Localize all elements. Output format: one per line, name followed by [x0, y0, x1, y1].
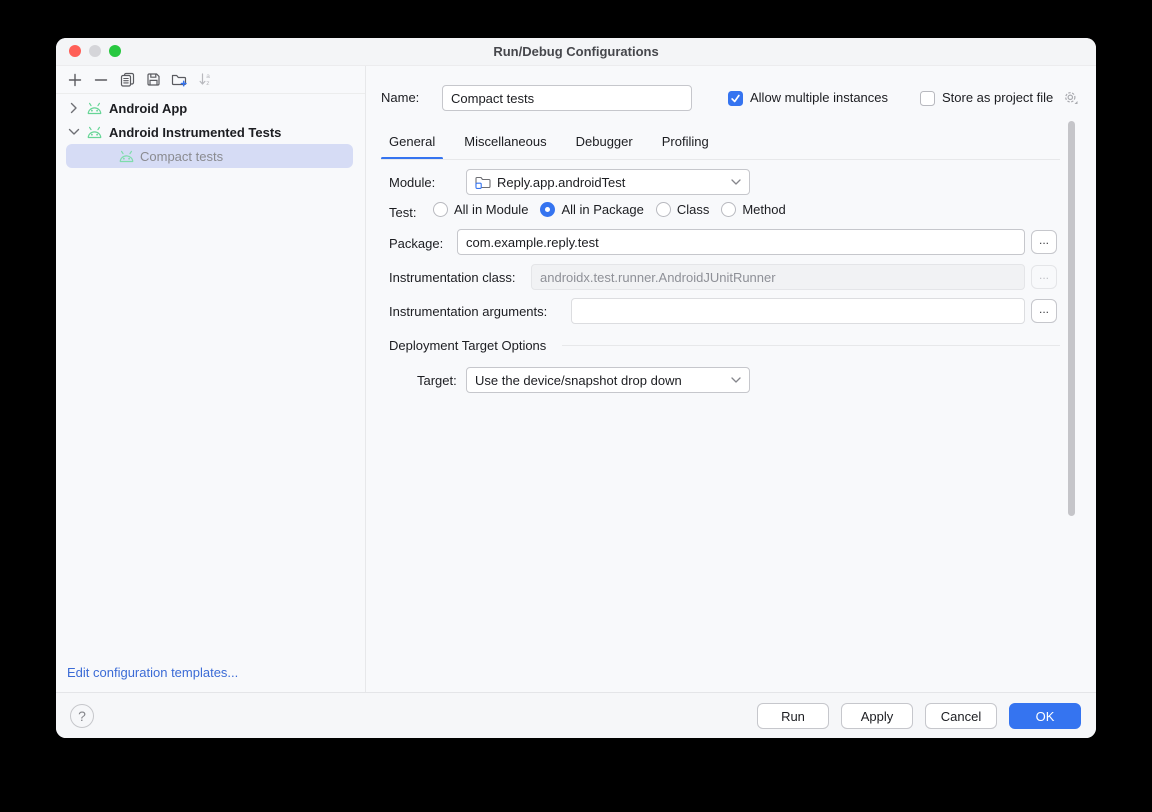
- add-configuration-button[interactable]: [62, 69, 88, 91]
- package-browse-button[interactable]: ...: [1031, 230, 1057, 254]
- test-radio-group: All in Module All in Package Class Metho…: [433, 202, 786, 217]
- chevron-down-icon[interactable]: [66, 128, 82, 136]
- footer-buttons: Run Apply Cancel OK: [757, 703, 1081, 729]
- tab-debugger[interactable]: Debugger: [568, 128, 641, 160]
- module-value: Reply.app.androidTest: [497, 175, 731, 190]
- allow-multiple-instances-label: Allow multiple instances: [750, 90, 888, 105]
- tab-profiling[interactable]: Profiling: [654, 128, 717, 160]
- tab-miscellaneous[interactable]: Miscellaneous: [456, 128, 554, 160]
- instrumentation-class-input: [531, 264, 1025, 290]
- svg-text:z: z: [206, 80, 209, 87]
- package-input[interactable]: [457, 229, 1025, 255]
- minus-icon: [94, 73, 108, 87]
- dialog-footer: ? Run Apply Cancel OK: [56, 692, 1096, 738]
- radio-label: Class: [677, 202, 710, 217]
- sort-configurations-button[interactable]: a z: [192, 69, 218, 91]
- store-settings-gear-button[interactable]: [1063, 90, 1079, 106]
- sidebar-item-android-app[interactable]: Android App: [56, 96, 365, 120]
- svg-text:a: a: [206, 73, 210, 80]
- android-icon: [86, 102, 103, 115]
- sidebar-item-android-instrumented-tests[interactable]: Android Instrumented Tests: [56, 120, 365, 144]
- edit-configuration-templates-link[interactable]: Edit configuration templates...: [67, 665, 238, 680]
- radio-icon: [433, 202, 448, 217]
- gear-icon: [1063, 90, 1079, 106]
- sort-alphabetically-icon: a z: [198, 72, 213, 87]
- radio-class[interactable]: Class: [656, 202, 710, 217]
- android-icon: [118, 150, 135, 163]
- target-value: Use the device/snapshot drop down: [475, 373, 731, 388]
- remove-configuration-button[interactable]: [88, 69, 114, 91]
- help-icon: ?: [78, 708, 86, 724]
- radio-label: All in Package: [561, 202, 643, 217]
- radio-icon: [656, 202, 671, 217]
- module-dropdown[interactable]: Reply.app.androidTest: [466, 169, 750, 195]
- run-button[interactable]: Run: [757, 703, 829, 729]
- new-folder-icon: [171, 72, 188, 87]
- section-separator: [562, 345, 1060, 346]
- instrumentation-class-label: Instrumentation class:: [389, 270, 515, 285]
- store-as-project-file-label: Store as project file: [942, 90, 1053, 105]
- sidebar-item-label: Android Instrumented Tests: [109, 125, 281, 140]
- run-debug-configurations-dialog: Run/Debug Configurations: [56, 38, 1096, 738]
- name-label: Name:: [381, 90, 419, 105]
- sidebar-item-label: Compact tests: [140, 149, 223, 164]
- target-dropdown[interactable]: Use the device/snapshot drop down: [466, 367, 750, 393]
- titlebar: Run/Debug Configurations: [56, 38, 1096, 66]
- module-label: Module:: [389, 175, 435, 190]
- sidebar-item-label: Android App: [109, 101, 187, 116]
- radio-icon: [721, 202, 736, 217]
- instrumentation-arguments-input[interactable]: [571, 298, 1025, 324]
- configurations-sidebar: a z Android App: [56, 66, 366, 692]
- copy-configuration-button[interactable]: [114, 69, 140, 91]
- radio-label: Method: [742, 202, 785, 217]
- help-button[interactable]: ?: [70, 704, 94, 728]
- instrumentation-arguments-browse-button[interactable]: ...: [1031, 299, 1057, 323]
- radio-all-in-module[interactable]: All in Module: [433, 202, 528, 217]
- checkmark-icon: [730, 93, 741, 104]
- instrumentation-arguments-label: Instrumentation arguments:: [389, 304, 547, 319]
- configuration-tabs: General Miscellaneous Debugger Profiling: [381, 128, 730, 160]
- store-as-project-file-checkbox[interactable]: [920, 91, 935, 106]
- radio-method[interactable]: Method: [721, 202, 785, 217]
- save-icon: [146, 72, 161, 87]
- chevron-down-icon: [731, 377, 741, 383]
- radio-icon: [540, 202, 555, 217]
- target-label: Target:: [417, 373, 457, 388]
- chevron-right-icon[interactable]: [66, 102, 82, 114]
- android-icon: [86, 126, 103, 139]
- allow-multiple-instances-checkbox[interactable]: [728, 91, 743, 106]
- vertical-scrollbar[interactable]: [1068, 121, 1075, 516]
- apply-button[interactable]: Apply: [841, 703, 913, 729]
- new-folder-button[interactable]: [166, 69, 192, 91]
- save-configuration-button[interactable]: [140, 69, 166, 91]
- deployment-target-options-header: Deployment Target Options: [389, 338, 546, 353]
- cancel-button[interactable]: Cancel: [925, 703, 997, 729]
- copy-icon: [120, 72, 135, 87]
- window-title: Run/Debug Configurations: [56, 38, 1096, 66]
- sidebar-toolbar: a z: [56, 66, 365, 94]
- package-label: Package:: [389, 236, 443, 251]
- tab-general[interactable]: General: [381, 128, 443, 160]
- radio-label: All in Module: [454, 202, 528, 217]
- configuration-form: Name: Allow multiple instances Store as …: [366, 66, 1096, 692]
- instrumentation-class-browse-button: ...: [1031, 265, 1057, 289]
- radio-all-in-package[interactable]: All in Package: [540, 202, 643, 217]
- name-input[interactable]: [442, 85, 692, 111]
- module-folder-icon: [475, 175, 491, 190]
- ok-button[interactable]: OK: [1009, 703, 1081, 729]
- sidebar-item-compact-tests[interactable]: Compact tests: [66, 144, 353, 168]
- test-label: Test:: [389, 205, 416, 220]
- chevron-down-icon: [731, 179, 741, 185]
- tabs-separator: [381, 159, 1060, 160]
- plus-icon: [68, 73, 82, 87]
